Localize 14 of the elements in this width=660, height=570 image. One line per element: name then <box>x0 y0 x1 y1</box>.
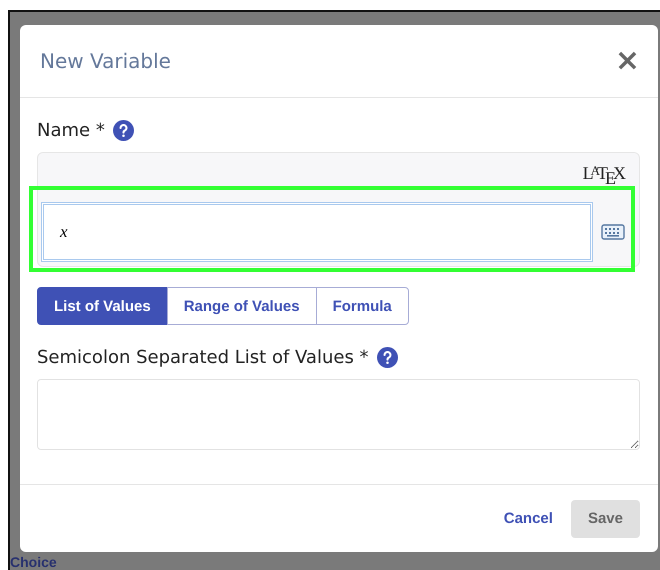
close-button[interactable]: × <box>614 46 640 76</box>
field-label: Semicolon Separated List of Values * <box>37 346 369 368</box>
cancel-button[interactable]: Cancel <box>504 500 553 538</box>
help-icon[interactable] <box>112 120 134 140</box>
background-label: Choice <box>10 555 57 570</box>
tab[interactable]: List of Values <box>37 287 168 325</box>
tab[interactable]: Formula <box>316 287 409 325</box>
values-field[interactable] <box>37 379 640 450</box>
dialog-title: New Variable <box>40 49 171 73</box>
help-icon[interactable] <box>376 346 398 368</box>
keyboard-icon[interactable] <box>601 224 625 240</box>
math-input-field[interactable]: x <box>41 202 593 262</box>
field-label: Name * <box>37 120 105 140</box>
tab[interactable]: Range of Values <box>166 287 317 325</box>
